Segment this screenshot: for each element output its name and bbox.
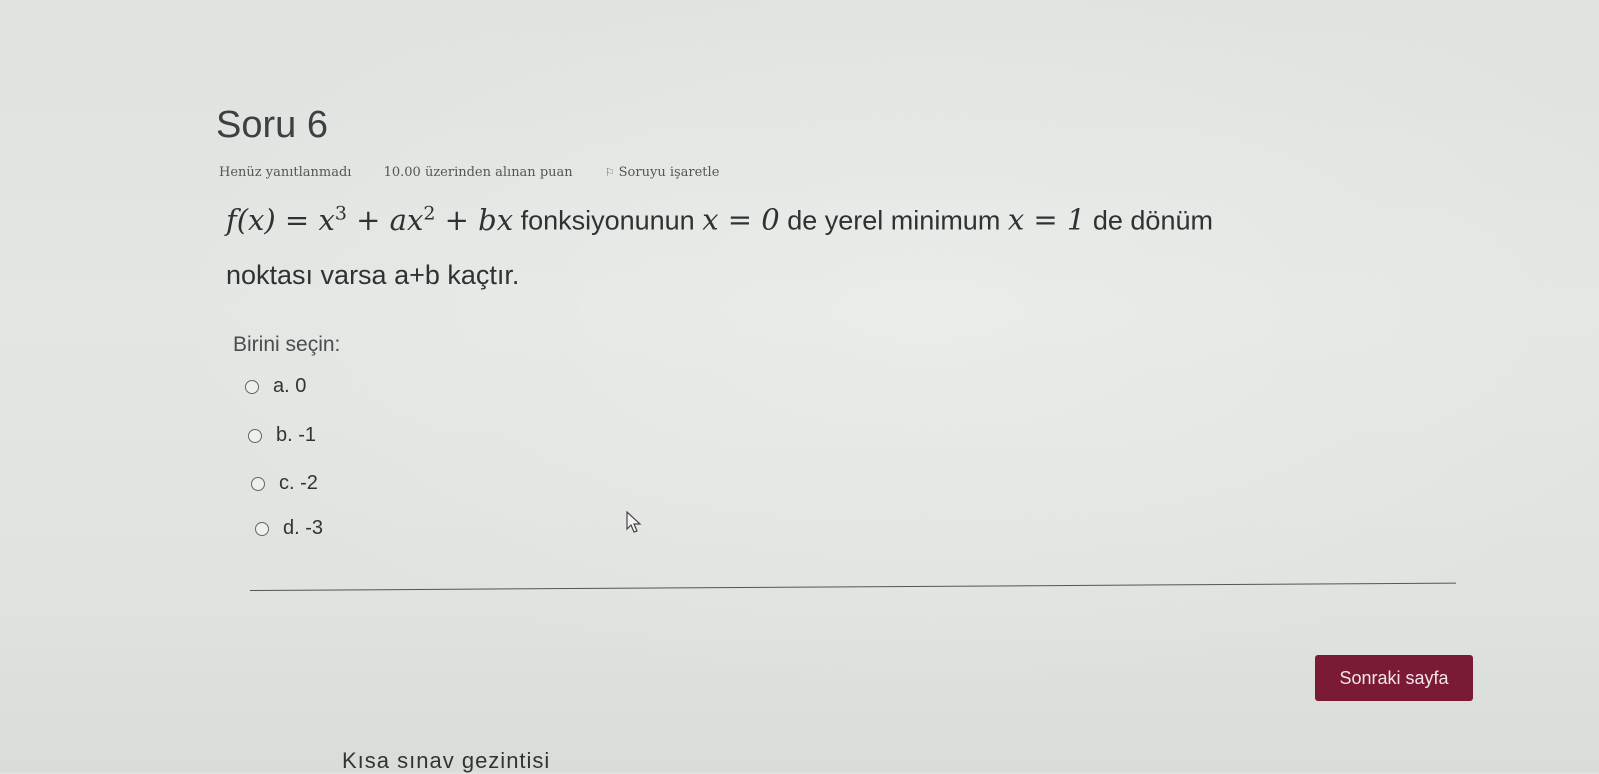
question-text-part4: noktası varsa a+b kaçtır. bbox=[226, 259, 520, 290]
radio-a[interactable] bbox=[245, 379, 259, 394]
next-page-button[interactable]: Sonraki sayfa bbox=[1315, 655, 1473, 701]
choose-label: Birini seçin: bbox=[233, 333, 341, 356]
divider bbox=[249, 582, 1456, 591]
radio-c[interactable] bbox=[251, 476, 265, 491]
question-text-part3: de dönüm bbox=[1085, 205, 1213, 236]
question-text-part2: de yerel minimum bbox=[779, 205, 1008, 236]
question-points: 10.00 üzerinden alınan puan bbox=[383, 165, 573, 180]
option-b-label: b. -1 bbox=[276, 424, 317, 446]
option-c-label: c. -2 bbox=[279, 472, 318, 494]
question-status: Henüz yanıtlanmadı bbox=[219, 165, 352, 180]
option-d-label: d. -3 bbox=[283, 517, 324, 539]
option-a-label: a. 0 bbox=[273, 375, 307, 397]
condition-2: x = 1 bbox=[1007, 202, 1086, 237]
option-c[interactable]: c. -2 bbox=[251, 472, 318, 495]
flag-label: Soruyu işaretle bbox=[618, 165, 720, 180]
question-info: Henüz yanıtlanmadı 10.00 üzerinden alına… bbox=[219, 165, 747, 180]
radio-d[interactable] bbox=[255, 521, 269, 536]
condition-1: x = 0 bbox=[702, 202, 780, 237]
mouse-cursor-icon bbox=[626, 511, 642, 533]
option-a[interactable]: a. 0 bbox=[245, 375, 306, 398]
option-b[interactable]: b. -1 bbox=[248, 424, 316, 447]
question-text: f(x) = x3 + ax2 + bx fonksiyonunun x = 0… bbox=[226, 186, 1426, 302]
question-title: Soru 6 bbox=[216, 104, 328, 146]
quiz-navigation-heading: Kısa sınav gezintisi bbox=[342, 748, 551, 773]
flag-question-link[interactable]: ⚐ Soruyu işaretle bbox=[605, 165, 748, 180]
flag-icon: ⚐ bbox=[604, 166, 615, 179]
formula: f(x) = x3 + ax2 + bx bbox=[226, 202, 514, 237]
question-text-part1: fonksiyonunun bbox=[513, 205, 703, 236]
option-d[interactable]: d. -3 bbox=[255, 517, 323, 540]
radio-b[interactable] bbox=[248, 428, 262, 443]
